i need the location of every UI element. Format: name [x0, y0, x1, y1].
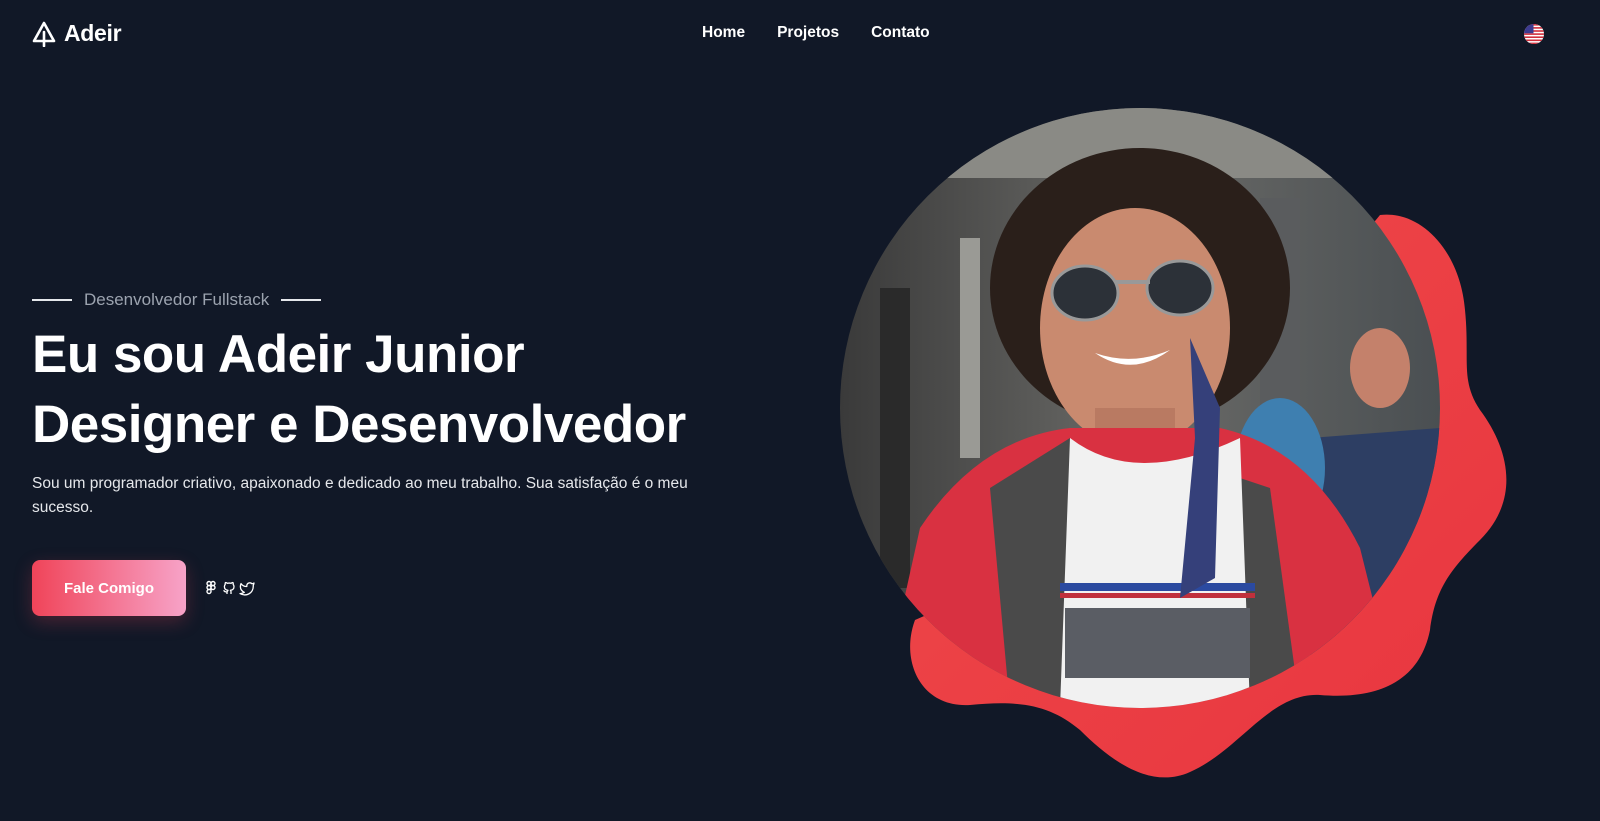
- contact-button[interactable]: Fale Comigo: [32, 560, 186, 616]
- nav-projetos[interactable]: Projetos: [777, 24, 839, 42]
- nav-home[interactable]: Home: [702, 24, 745, 42]
- logo-link[interactable]: Adeir: [32, 20, 122, 47]
- tree-logo-icon: [32, 21, 56, 47]
- subtitle-row: Desenvolvedor Fullstack: [32, 290, 322, 310]
- headline: Eu sou Adeir Junior Designer e Desenvolv…: [32, 320, 686, 460]
- us-flag-icon[interactable]: [1524, 24, 1544, 44]
- logo-text: Adeir: [64, 20, 122, 46]
- figma-icon[interactable]: [203, 580, 219, 596]
- site-header: Adeir Home Projetos Contato: [0, 0, 1600, 70]
- github-icon[interactable]: [221, 580, 237, 596]
- profile-photo: [840, 108, 1440, 708]
- nav-contato[interactable]: Contato: [871, 24, 930, 42]
- main-nav: Home Projetos Contato: [702, 24, 930, 42]
- subtitle-line-left: [32, 299, 72, 301]
- subtitle: Desenvolvedor Fullstack: [84, 290, 270, 309]
- twitter-icon[interactable]: [239, 580, 255, 596]
- hero-visual: [820, 100, 1540, 800]
- headline-line-2: Designer e Desenvolvedor: [32, 395, 686, 454]
- headline-line-1: Eu sou Adeir Junior: [32, 325, 525, 384]
- subtitle-line-right: [281, 299, 322, 301]
- social-links: [203, 580, 255, 596]
- hero-description: Sou um programador criativo, apaixonado …: [32, 475, 688, 516]
- page: Adeir Home Projetos Contato Desenvolvedo…: [0, 0, 1600, 821]
